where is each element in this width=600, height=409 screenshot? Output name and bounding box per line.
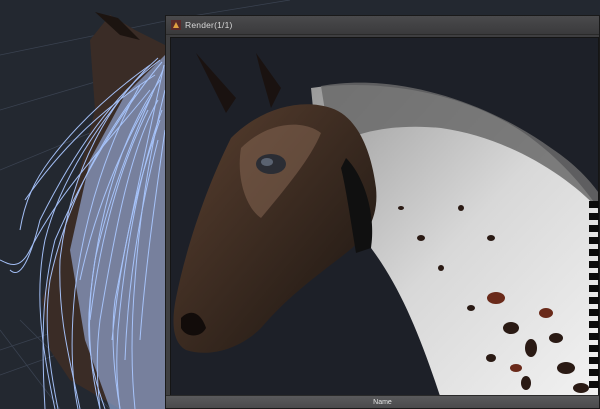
render-scale-strip — [587, 201, 599, 401]
renderer-app-icon — [170, 20, 181, 31]
render-status-bar: Name — [166, 395, 599, 408]
render-window-titlebar[interactable]: Render(1/1) — [166, 16, 599, 35]
rendered-horse-image — [173, 53, 598, 395]
render-window-title: Render(1/1) — [185, 20, 233, 30]
render-window[interactable]: Render(1/1) Name — [165, 15, 600, 409]
name-column-header[interactable]: Name — [373, 399, 392, 406]
render-canvas[interactable] — [170, 37, 599, 396]
